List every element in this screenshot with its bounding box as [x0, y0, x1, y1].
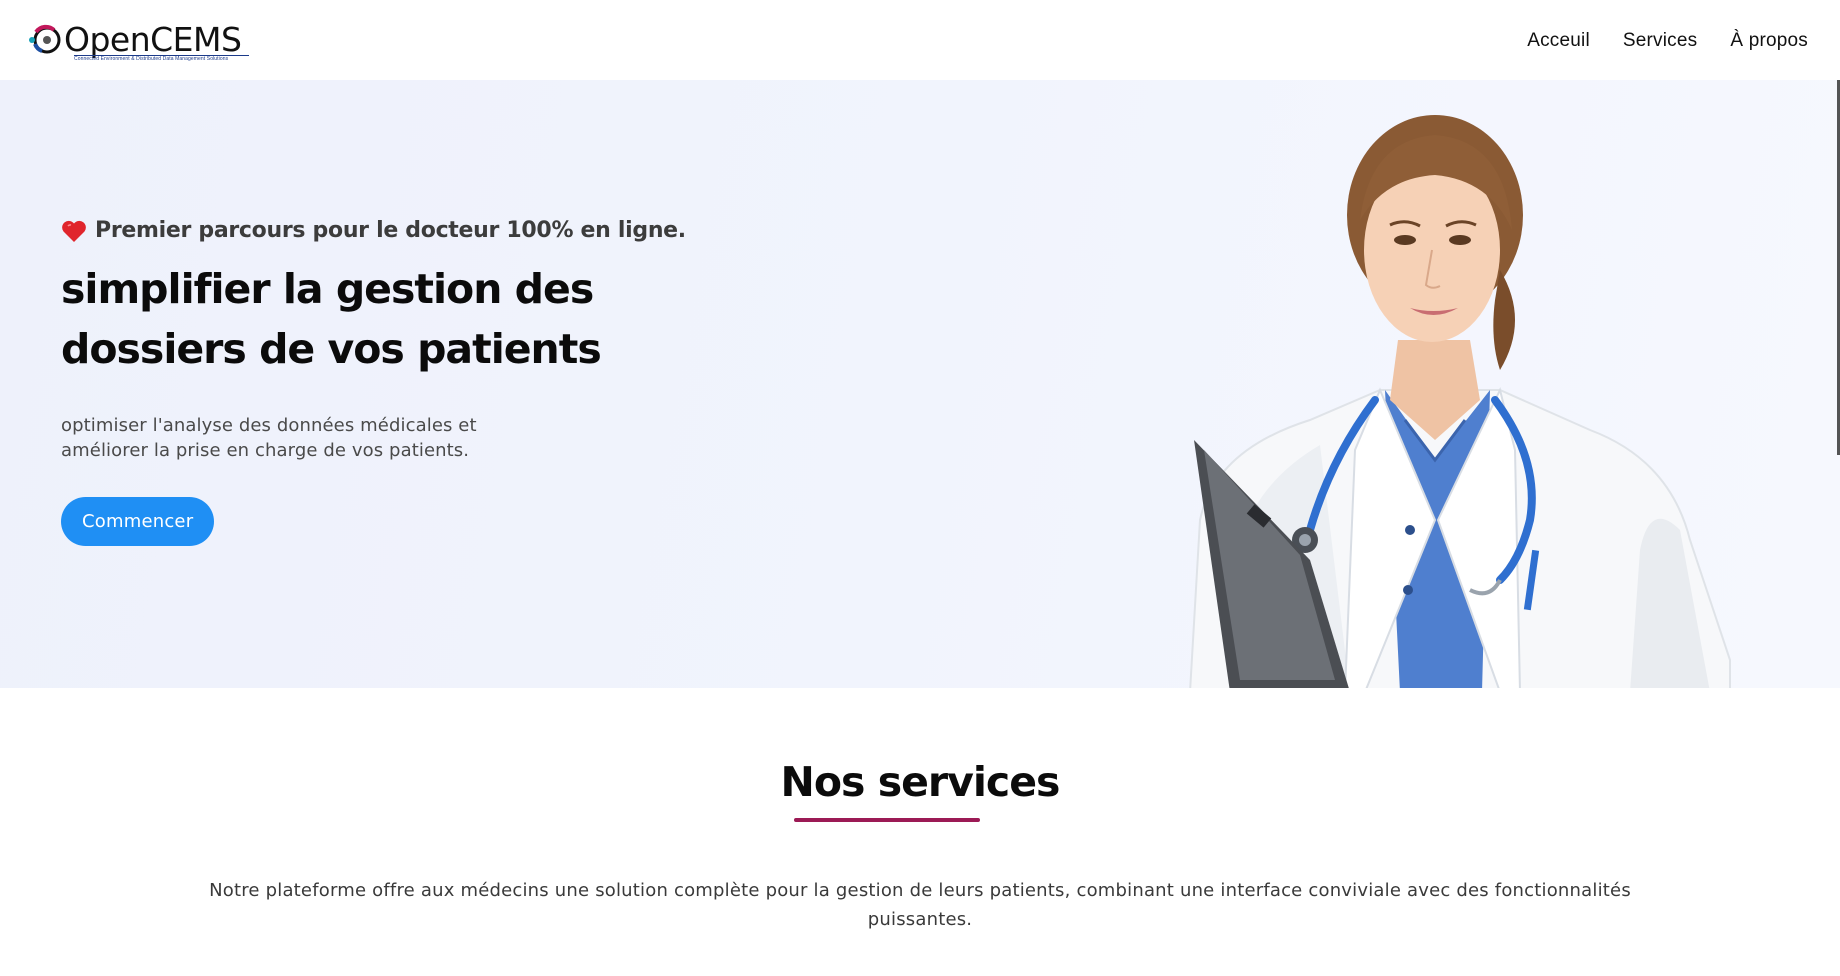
navbar: OpenCEMS Connected Environment & Distrib… [0, 0, 1840, 80]
start-button[interactable]: Commencer [61, 497, 215, 546]
hero-headline: simplifier la gestion des dossiers de vo… [61, 265, 602, 373]
logo-mark-icon [29, 24, 61, 54]
title-underline [794, 818, 980, 822]
nav-item-services[interactable]: Services [1623, 28, 1697, 52]
hero-subtext: optimiser l'analyse des données médicale… [61, 415, 477, 461]
hero-content: Premier parcours pour le docteur 100% en… [61, 218, 761, 546]
doctor-photo [1188, 115, 1731, 692]
hero-section: Premier parcours pour le docteur 100% en… [0, 80, 1840, 692]
hero-eyebrow: Premier parcours pour le docteur 100% en… [61, 218, 761, 243]
nav-item-acceuil[interactable]: Acceuil [1527, 28, 1590, 52]
services-title: Nos services [780, 758, 1061, 806]
hero-eyebrow-text: Premier parcours pour le docteur 100% en… [95, 218, 686, 243]
nav-item-a-propos[interactable]: À propos [1730, 28, 1808, 52]
services-section: Nos services Notre plateforme offre aux … [0, 688, 1840, 976]
main-nav: Acceuil Services À propos [1494, 28, 1808, 52]
brand-tagline: Connected Environment & Distributed Data… [74, 55, 249, 62]
heart-icon [62, 220, 86, 242]
services-description: Notre plateforme offre aux médecins une … [209, 880, 1631, 930]
brand-name: OpenCEMS [64, 20, 242, 59]
brand-logo[interactable]: OpenCEMS Connected Environment & Distrib… [28, 10, 249, 70]
